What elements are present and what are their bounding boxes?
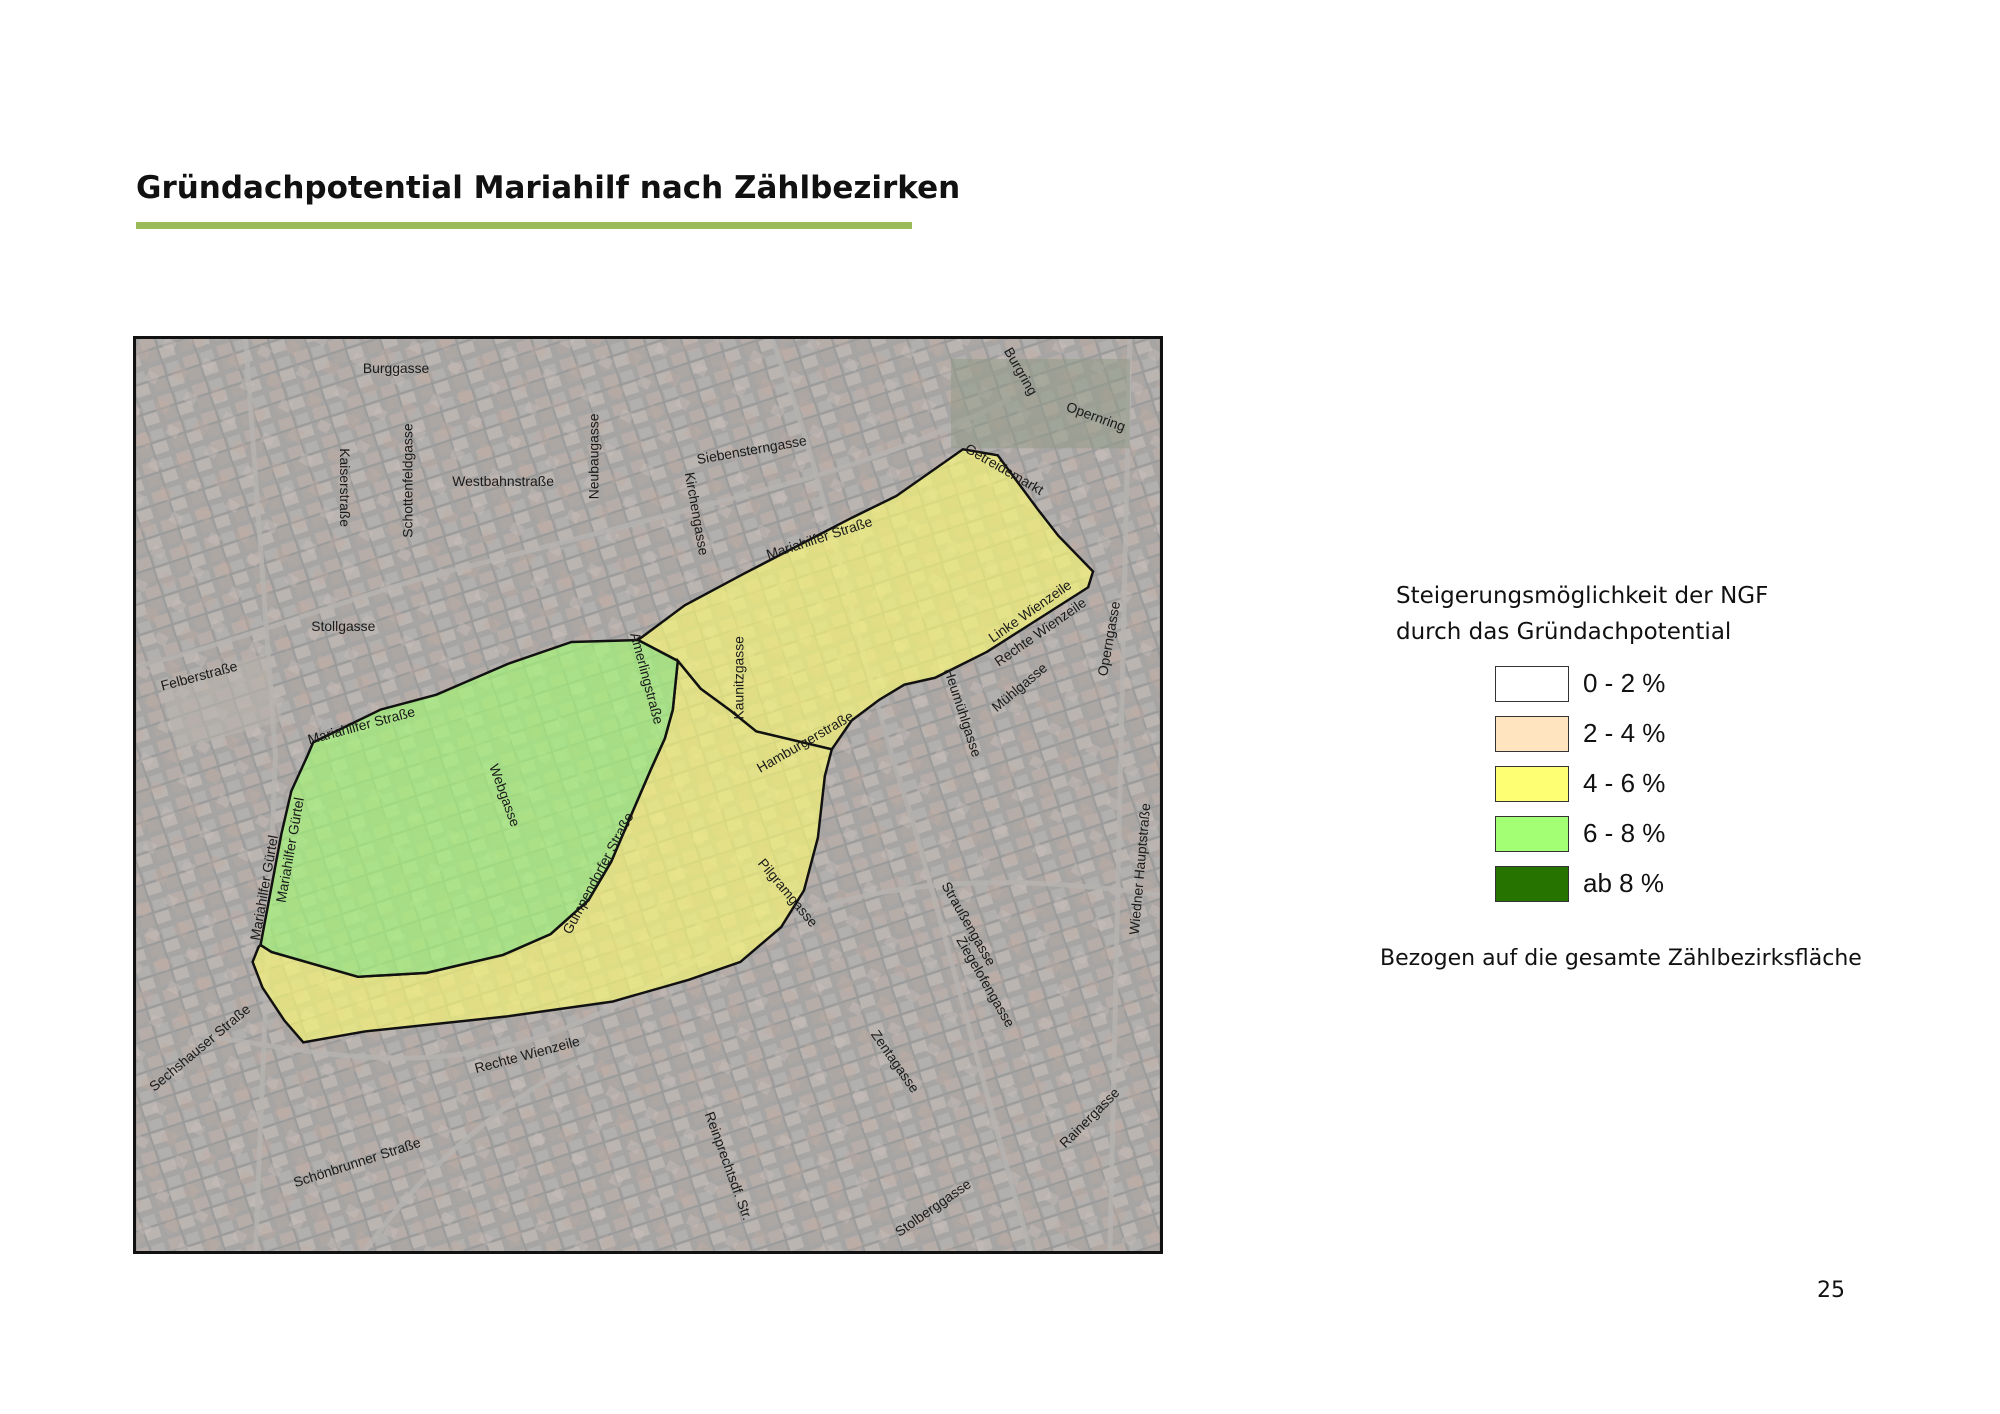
- legend-swatch: [1495, 716, 1569, 752]
- map-canvas[interactable]: Burggasse Kaiserstraße Schottenfeldgasse…: [136, 339, 1160, 1251]
- legend-swatch: [1495, 666, 1569, 702]
- street-label: Westbahnstraße: [452, 473, 554, 489]
- title-underline: [136, 222, 912, 229]
- map[interactable]: Burggasse Kaiserstraße Schottenfeldgasse…: [133, 336, 1163, 1254]
- street-label: Kaiserstraße: [337, 448, 353, 527]
- legend-label: ab 8 %: [1583, 868, 1664, 898]
- page-title: Gründachpotential Mariahilf nach Zählbez…: [136, 170, 961, 206]
- park-area: [951, 358, 1130, 449]
- street-label: Kaunitzgasse: [730, 636, 746, 720]
- legend-label: 0 - 2 %: [1583, 668, 1666, 698]
- legend-swatch: [1495, 866, 1569, 902]
- legend-label: 4 - 6 %: [1583, 768, 1666, 798]
- legend-title-line2: durch das Gründachpotential: [1396, 619, 1732, 645]
- street-label: Neubaugasse: [585, 413, 601, 499]
- legend-swatch: [1495, 816, 1569, 852]
- legend-label: 2 - 4 %: [1583, 718, 1666, 748]
- page-number: 25: [1817, 1278, 1845, 1303]
- street-label: Schottenfeldgasse: [400, 423, 416, 538]
- street-label: Burggasse: [363, 360, 430, 376]
- legend-label: 6 - 8 %: [1583, 818, 1666, 848]
- legend-title-line1: Steigerungsmöglichkeit der NGF: [1396, 583, 1769, 609]
- legend-note: Bezogen auf die gesamte Zählbezirksfläch…: [1380, 946, 1862, 971]
- legend-title: Steigerungsmöglichkeit der NGF durch das…: [1396, 578, 1768, 650]
- street-label: Stollgasse: [311, 618, 375, 634]
- legend-swatch: [1495, 766, 1569, 802]
